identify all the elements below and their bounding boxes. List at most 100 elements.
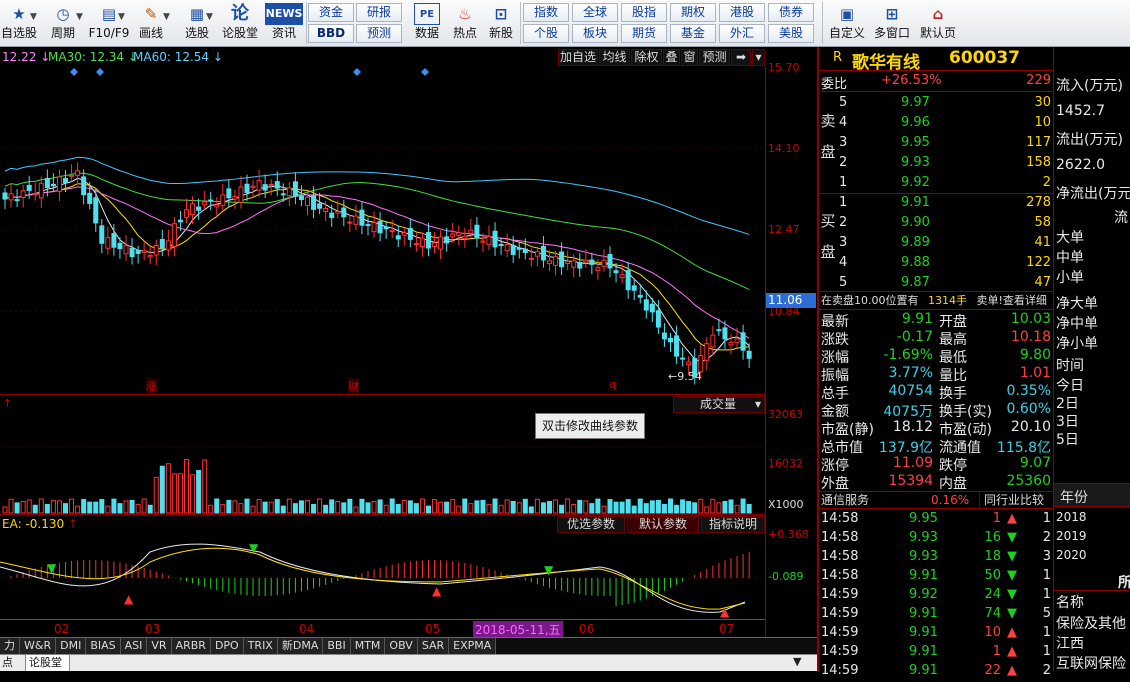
sector-name[interactable]: 互联网保险 xyxy=(1056,653,1126,671)
data-label: 数据 xyxy=(414,26,439,40)
us-stock-button[interactable]: 美股 xyxy=(768,24,814,43)
buy-level-row[interactable]: 4 9.88 122 xyxy=(839,255,1053,274)
ipo-button[interactable]: ⊡ 新股 xyxy=(482,2,520,45)
period-button[interactable]: ◷ 周期 xyxy=(44,2,82,45)
arrow-down-icon[interactable]: ▼ xyxy=(793,655,801,668)
hk-stock-button[interactable]: 港股 xyxy=(719,3,765,22)
tab-forum[interactable]: 论股堂 xyxy=(26,655,70,671)
bbd-button[interactable]: BBD xyxy=(308,24,354,43)
tab-vr[interactable]: VR xyxy=(147,638,172,654)
chevron-down-icon[interactable]: ▼ xyxy=(206,12,213,22)
stock-index-button[interactable]: 股指 xyxy=(621,3,667,22)
sector-name[interactable]: 江西 xyxy=(1056,633,1084,653)
ipo-label: 新股 xyxy=(488,26,513,40)
chevron-down-icon[interactable]: ▼ xyxy=(163,12,170,22)
global-button[interactable]: 全球 xyxy=(572,3,618,22)
customize-button[interactable]: ▣ 自定义 xyxy=(826,2,868,45)
stat-value: 25360 xyxy=(1006,473,1051,489)
sell-level-index: 4 xyxy=(839,115,848,130)
tab-point[interactable]: 点 xyxy=(0,655,26,671)
tab-bbi[interactable]: BBI xyxy=(323,638,351,654)
kline-chart-area[interactable]: 12.22 ↓ MA30: 12.34 ↓ MA60: 12.54 ↓ 加自选 … xyxy=(0,47,817,671)
stock-screen-button[interactable]: ▦ 选股 xyxy=(178,2,216,45)
futures-button[interactable]: 期货 xyxy=(621,24,667,43)
tab-bias[interactable]: BIAS xyxy=(86,638,121,654)
industry-name[interactable]: 通信服务 xyxy=(821,492,869,508)
tab-arbr[interactable]: ARBR xyxy=(171,638,211,654)
volume-bar xyxy=(528,506,534,514)
tab-obv[interactable]: OBV xyxy=(385,638,418,654)
candle-body xyxy=(528,257,534,260)
stat-label: 涨幅 xyxy=(821,350,849,366)
sell-level-row[interactable]: 3 9.95 117 xyxy=(839,135,1053,154)
research-button[interactable]: 研报 xyxy=(356,3,402,22)
forex-button[interactable]: 外汇 xyxy=(719,24,765,43)
indicator-help-button[interactable]: 指标说明 xyxy=(701,516,765,533)
tab-mtm[interactable]: MTM xyxy=(350,638,386,654)
stat-label: 换手(实) xyxy=(939,404,992,420)
tab-wr[interactable]: W&R xyxy=(20,638,57,654)
forecast-button[interactable]: 预测 xyxy=(356,24,402,43)
big-order-notice[interactable]: 在卖盘10.00位置有 1314手 卖单!查看详细 xyxy=(819,291,1053,310)
event-mark-finance[interactable]: 财 xyxy=(348,378,359,394)
industry-compare-button[interactable]: 同行业比较 xyxy=(979,492,1048,508)
tick-count: 1 xyxy=(1042,625,1051,640)
individual-stock-button[interactable]: 个股 xyxy=(523,24,569,43)
chevron-down-icon[interactable]: ▼ xyxy=(30,12,37,22)
macd-axis-label: +0.368 xyxy=(768,528,809,541)
options-button[interactable]: 期权 xyxy=(670,3,716,22)
sell-level-row[interactable]: 4 9.96 10 xyxy=(839,115,1053,134)
volume-bar xyxy=(486,503,492,514)
index-button[interactable]: 指数 xyxy=(523,3,569,22)
default-page-button[interactable]: ⌂ 默认页 xyxy=(916,2,960,45)
fund-flow-button[interactable]: 资金 xyxy=(308,3,354,22)
forum-button[interactable]: 论论股堂 xyxy=(220,2,260,45)
volume-bar xyxy=(734,504,740,514)
draw-line-button[interactable]: ✎ 画线 xyxy=(132,2,170,45)
stat-label: 换手 xyxy=(939,386,967,402)
optimal-params-button[interactable]: 优选参数 xyxy=(557,516,625,533)
tab-dpo[interactable]: DPO xyxy=(210,638,244,654)
tab-asi[interactable]: ASI xyxy=(120,638,148,654)
tab-sar[interactable]: SAR xyxy=(417,638,450,654)
year-item[interactable]: 2019 xyxy=(1056,529,1087,543)
tab-trix[interactable]: TRIX xyxy=(243,638,278,654)
hot-button[interactable]: ♨ 热点 xyxy=(446,2,484,45)
tab-new-dma[interactable]: 新DMA xyxy=(277,638,324,654)
event-mark-q[interactable]: q xyxy=(609,378,616,391)
news-button[interactable]: NEWS 资讯 xyxy=(262,2,306,45)
volume-indicator-select[interactable]: 成交量 ▾ xyxy=(673,396,765,413)
sector-name[interactable]: 保险及其他 xyxy=(1056,613,1126,633)
f10-button[interactable]: ▤ F10/F9 xyxy=(86,2,132,45)
default-params-button[interactable]: 默认参数 xyxy=(627,516,699,533)
tab-dmi[interactable]: DMI xyxy=(56,638,87,654)
chevron-down-icon[interactable]: ▼ xyxy=(76,12,83,22)
volume-bar xyxy=(244,498,250,514)
year-item[interactable]: 2020 xyxy=(1056,548,1087,562)
sell-level-row[interactable]: 1 9.92 2 xyxy=(839,175,1053,194)
volume-bar xyxy=(226,499,232,514)
year-header[interactable]: 年份 xyxy=(1054,483,1130,507)
favorites-button[interactable]: ★ 自选股 xyxy=(0,2,38,45)
tab-indicator[interactable]: 力 xyxy=(0,638,20,654)
buy-level-row[interactable]: 1 9.91 278 xyxy=(839,195,1053,214)
buy-level-row[interactable]: 3 9.89 41 xyxy=(839,235,1053,254)
tab-expma[interactable]: EXPMA xyxy=(449,638,497,654)
tick-count: 1 xyxy=(1042,568,1051,583)
tick-price: 9.93 xyxy=(909,549,938,564)
bond-button[interactable]: 债券 xyxy=(768,3,814,22)
data-button[interactable]: PE 数据 xyxy=(408,2,446,45)
multi-window-button[interactable]: ⊞ 多窗口 xyxy=(870,2,914,45)
stat-value: 4075万 xyxy=(883,404,933,420)
sector-button[interactable]: 板块 xyxy=(572,24,618,43)
year-item[interactable]: 2018 xyxy=(1056,510,1087,524)
sell-level-row[interactable]: 2 9.93 158 xyxy=(839,155,1053,174)
volume-bar xyxy=(426,505,431,514)
candle-body xyxy=(655,310,661,328)
buy-level-row[interactable]: 2 9.90 58 xyxy=(839,215,1053,234)
chevron-down-icon[interactable]: ▼ xyxy=(118,12,125,22)
event-mark-limit-up[interactable]: 涨 xyxy=(146,378,157,394)
sell-level-row[interactable]: 5 9.97 30 xyxy=(839,95,1053,114)
fund-button[interactable]: 基金 xyxy=(670,24,716,43)
volume-axis-label: 32063 xyxy=(768,408,803,421)
